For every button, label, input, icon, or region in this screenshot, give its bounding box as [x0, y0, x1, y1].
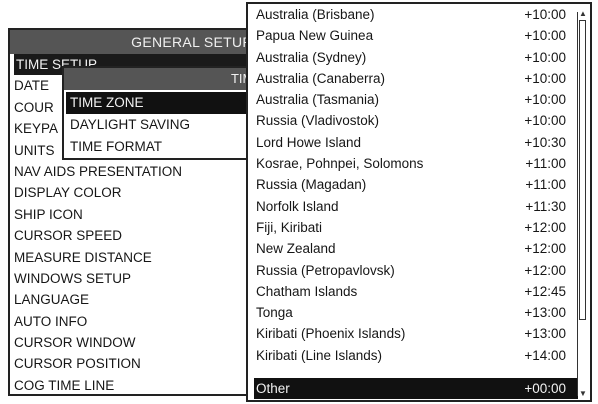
time-zone-offset: +13:00	[524, 305, 566, 321]
time-zone-name: Kiribati (Phoenix Islands)	[256, 326, 406, 342]
menu-item-auto-info[interactable]: AUTO INFO	[10, 311, 262, 332]
time-zone-name: Kiribati (Line Islands)	[256, 347, 383, 363]
time-zone-item[interactable]: Norfolk Island +11:30	[254, 196, 578, 217]
menu-item-time-format[interactable]: TIME FORMAT 1	[64, 136, 274, 158]
daylight-saving-label: DAYLIGHT SAVING	[70, 117, 191, 132]
time-zone-item[interactable]: Tonga +13:00	[254, 302, 578, 323]
time-zone-name: Other	[256, 381, 290, 397]
time-zone-item[interactable]: Papua New Guinea +10:00	[254, 25, 578, 46]
scroll-thumb[interactable]	[579, 20, 586, 320]
time-zone-offset: +13:00	[524, 326, 566, 342]
time-zone-offset: +10:30	[524, 134, 566, 150]
time-zone-name: Kosrae, Pohnpei, Solomons	[256, 156, 424, 172]
time-setup-title: TIME	[64, 68, 270, 90]
time-zone-offset: +10:00	[524, 7, 566, 22]
general-setup-title: GENERAL SETUP	[10, 30, 262, 54]
time-zone-offset: +11:00	[525, 156, 566, 172]
time-zone-item[interactable]: Lord Howe Island +10:30	[254, 132, 578, 153]
menu-item-daylight-saving[interactable]: DAYLIGHT SAVING C	[64, 114, 274, 136]
time-zone-item[interactable]: Kiribati (Phoenix Islands) +13:00	[254, 323, 578, 344]
time-zone-name: Russia (Magadan)	[256, 177, 367, 193]
menu-item-language[interactable]: LANGUAGE	[10, 289, 262, 310]
time-zone-name: Papua New Guinea	[256, 28, 374, 44]
triangle-right-icon	[236, 98, 246, 114]
time-zone-item[interactable]: Australia (Brisbane) +10:00	[254, 4, 578, 25]
time-zone-name: Australia (Canaberra)	[256, 70, 386, 86]
time-zone-offset: +10:00	[524, 70, 566, 86]
time-zone-list-panel: Australia (Brisbane) +10:00 Papua New Gui…	[246, 2, 592, 402]
time-zone-offset: +12:00	[524, 262, 566, 278]
time-zone-offset: +11:30	[525, 198, 566, 214]
time-zone-name: Australia (Brisbane)	[256, 7, 375, 22]
time-zone-name: Australia (Sydney)	[256, 49, 367, 65]
time-zone-item-other[interactable]: Other +00:00	[254, 378, 578, 400]
time-zone-item[interactable]: Chatham Islands +12:45	[254, 281, 578, 302]
time-zone-item[interactable]: Kiribati (Line Islands) +14:00	[254, 345, 578, 366]
time-zone-name: Russia (Vladivostok)	[256, 113, 380, 129]
time-zone-item[interactable]: Kosrae, Pohnpei, Solomons +11:00	[254, 153, 578, 174]
list-spacer	[254, 366, 578, 378]
menu-item-ship-icon[interactable]: SHIP ICON	[10, 204, 262, 225]
time-zone-item[interactable]: Australia (Tasmania) +10:00	[254, 89, 578, 110]
time-zone-offset: +10:00	[524, 92, 566, 108]
time-zone-name: Norfolk Island	[256, 198, 339, 214]
triangle-down-icon[interactable]: ▼	[578, 390, 588, 398]
menu-item-cursor-window[interactable]: CURSOR WINDOW	[10, 332, 262, 353]
menu-item-measure-distance[interactable]: MEASURE DISTANCE	[10, 247, 262, 268]
time-zone-label: TIME ZONE	[70, 95, 144, 110]
time-zone-offset: +10:00	[524, 113, 566, 129]
time-zone-name: Russia (Petropavlovsk)	[256, 262, 395, 278]
menu-item-cog-time-line[interactable]: COG TIME LINE	[10, 375, 262, 396]
time-zone-offset: +12:00	[524, 241, 566, 257]
time-zone-offset: +12:00	[524, 219, 566, 235]
menu-item-display-color[interactable]: DISPLAY COLOR	[10, 182, 262, 203]
time-zone-offset: +11:00	[525, 177, 566, 193]
time-zone-name: Chatham Islands	[256, 283, 358, 299]
time-zone-offset: +12:45	[524, 283, 566, 299]
menu-item-windows-setup[interactable]: WINDOWS SETUP	[10, 268, 262, 289]
time-zone-item[interactable]: Russia (Magadan) +11:00	[254, 174, 578, 195]
time-zone-name: Fiji, Kiribati	[256, 219, 323, 235]
scrollbar[interactable]: ▲ ▼	[577, 10, 588, 398]
menu-item-nav-aids[interactable]: NAV AIDS PRESENTATION	[10, 161, 262, 182]
time-zone-offset: +10:00	[524, 49, 566, 65]
time-zone-list: Australia (Brisbane) +10:00 Papua New Gui…	[254, 4, 578, 400]
time-zone-item[interactable]: New Zealand +12:00	[254, 238, 578, 259]
time-zone-name: New Zealand	[256, 241, 336, 257]
menu-item-cursor-speed[interactable]: CURSOR SPEED	[10, 225, 262, 246]
time-zone-item[interactable]: Australia (Sydney) +10:00	[254, 47, 578, 68]
time-zone-offset: +00:00	[524, 381, 566, 397]
time-zone-offset: +14:00	[524, 347, 566, 363]
time-zone-item[interactable]: Russia (Vladivostok) +10:00	[254, 110, 578, 131]
triangle-up-icon[interactable]: ▲	[578, 10, 588, 18]
time-zone-item[interactable]: Fiji, Kiribati +12:00	[254, 217, 578, 238]
time-zone-item[interactable]: Australia (Canaberra) +10:00	[254, 68, 578, 89]
time-zone-item[interactable]: Russia (Petropavlovsk) +12:00	[254, 260, 578, 281]
time-zone-name: Tonga	[256, 305, 293, 321]
time-zone-offset: +10:00	[524, 28, 566, 44]
time-zone-name: Lord Howe Island	[256, 134, 362, 150]
menu-item-cursor-position[interactable]: CURSOR POSITION	[10, 353, 262, 374]
time-zone-name: Australia (Tasmania)	[256, 92, 380, 108]
time-format-label: TIME FORMAT	[70, 139, 162, 154]
